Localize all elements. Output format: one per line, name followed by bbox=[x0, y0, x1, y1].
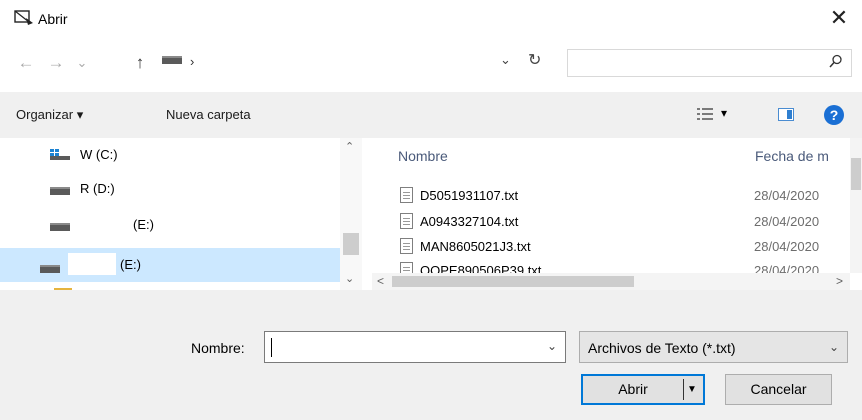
details-view-icon bbox=[697, 108, 713, 120]
forward-button[interactable]: → bbox=[46, 52, 66, 74]
file-name: MAN8605021J3.txt bbox=[420, 239, 531, 254]
chevron-down-icon[interactable]: ⌄ bbox=[547, 339, 557, 353]
file-name-field[interactable] bbox=[271, 337, 531, 357]
window-title: Abrir bbox=[38, 11, 68, 27]
file-type-value: Archivos de Texto (*.txt) bbox=[588, 340, 736, 356]
file-date: 28/04/2020 bbox=[754, 239, 820, 254]
open-options-arrow-icon[interactable]: ▼ bbox=[687, 376, 697, 403]
file-name-panel: Nombre: ⌄ Archivos de Texto (*.txt) ⌄ Ab… bbox=[0, 290, 862, 420]
open-dialog-icon bbox=[14, 10, 33, 25]
preview-pane-icon[interactable] bbox=[778, 108, 794, 121]
drive-icon bbox=[50, 187, 70, 195]
file-date: 28/04/2020 bbox=[754, 188, 820, 203]
up-button[interactable]: ↑ bbox=[130, 52, 150, 74]
nav-item-label: R (D:) bbox=[80, 181, 115, 196]
scroll-up-icon[interactable]: ⌃ bbox=[345, 140, 354, 153]
nav-item-drive-c[interactable]: W (C:) bbox=[0, 140, 340, 174]
file-list-horizontal-scrollbar[interactable]: < > bbox=[372, 273, 850, 290]
split-divider bbox=[683, 379, 684, 400]
address-dropdown-icon[interactable]: ⌄ bbox=[500, 52, 511, 68]
scrollbar-thumb[interactable] bbox=[343, 233, 359, 255]
file-date: 28/04/2020 bbox=[754, 214, 820, 229]
column-header-name[interactable]: Nombre bbox=[398, 148, 448, 164]
scroll-right-icon[interactable]: > bbox=[836, 274, 843, 288]
search-icon bbox=[829, 54, 842, 68]
close-button[interactable]: ✕ bbox=[826, 6, 852, 32]
text-file-icon bbox=[400, 213, 413, 229]
scrollbar-thumb[interactable] bbox=[392, 276, 634, 287]
text-file-icon bbox=[400, 238, 413, 254]
refresh-icon[interactable]: ↻ bbox=[528, 50, 541, 70]
navigation-pane: W (C:) R (D:) (E:) (E:) ⌃ ⌄ bbox=[0, 138, 362, 290]
address-bar[interactable]: › ⌄ ↻ bbox=[160, 49, 555, 77]
title-bar: Abrir ✕ bbox=[0, 0, 862, 38]
recent-locations-button[interactable]: ⌄ bbox=[72, 52, 92, 74]
navigation-bar: ← → ⌄ ↑ › ⌄ ↻ bbox=[0, 44, 862, 84]
scrollbar-thumb[interactable] bbox=[851, 158, 861, 190]
drive-icon bbox=[40, 265, 60, 273]
search-input[interactable] bbox=[567, 49, 852, 77]
redacted-drive-name bbox=[68, 253, 116, 275]
file-name-label: Nombre: bbox=[191, 340, 245, 356]
breadcrumb-separator[interactable]: › bbox=[190, 54, 194, 69]
scroll-down-icon[interactable]: ⌄ bbox=[345, 272, 354, 285]
file-name: A0943327104.txt bbox=[420, 214, 519, 229]
nav-item-label: (E:) bbox=[133, 217, 154, 232]
new-folder-button[interactable]: Nueva carpeta bbox=[166, 107, 251, 122]
scroll-left-icon[interactable]: < bbox=[377, 274, 384, 288]
file-name: D5051931107.txt bbox=[420, 188, 519, 203]
nav-item-drive-e[interactable]: (E:) bbox=[0, 210, 340, 244]
back-button[interactable]: ← bbox=[16, 52, 36, 74]
file-row[interactable]: A0943327104.txt 28/04/2020 bbox=[372, 211, 852, 233]
file-list: Nombre Fecha de m D5051931107.txt 28/04/… bbox=[372, 138, 862, 290]
nav-item-label: W (C:) bbox=[80, 147, 118, 162]
file-type-select[interactable]: Archivos de Texto (*.txt) ⌄ bbox=[579, 331, 848, 363]
chevron-down-icon: ⌄ bbox=[828, 340, 839, 354]
open-button[interactable]: Abrir ▼ bbox=[581, 374, 705, 405]
help-icon[interactable]: ? bbox=[824, 105, 844, 125]
drive-icon bbox=[162, 56, 182, 64]
command-toolbar: Organizar ▾ Nueva carpeta ▾ ? bbox=[0, 92, 862, 138]
file-row[interactable]: MAN8605021J3.txt 28/04/2020 bbox=[372, 236, 852, 258]
nav-item-drive-d[interactable]: R (D:) bbox=[0, 174, 340, 208]
view-dropdown-icon[interactable]: ▾ bbox=[721, 106, 727, 120]
file-list-vertical-scrollbar[interactable] bbox=[850, 138, 862, 273]
file-name-combobox[interactable]: ⌄ bbox=[264, 331, 566, 363]
column-header-date[interactable]: Fecha de m bbox=[755, 148, 829, 164]
text-file-icon bbox=[400, 187, 413, 203]
open-button-label: Abrir bbox=[618, 381, 648, 397]
system-drive-icon bbox=[50, 149, 70, 160]
nav-pane-scrollbar[interactable]: ⌃ ⌄ bbox=[340, 138, 362, 290]
file-row[interactable]: D5051931107.txt 28/04/2020 bbox=[372, 185, 852, 207]
organize-button[interactable]: Organizar ▾ bbox=[16, 107, 83, 123]
text-caret bbox=[271, 338, 272, 357]
drive-icon bbox=[50, 223, 70, 231]
nav-item-drive-e-selected[interactable]: (E:) bbox=[0, 248, 340, 282]
cancel-button[interactable]: Cancelar bbox=[725, 374, 832, 405]
nav-item-label: (E:) bbox=[120, 257, 141, 272]
